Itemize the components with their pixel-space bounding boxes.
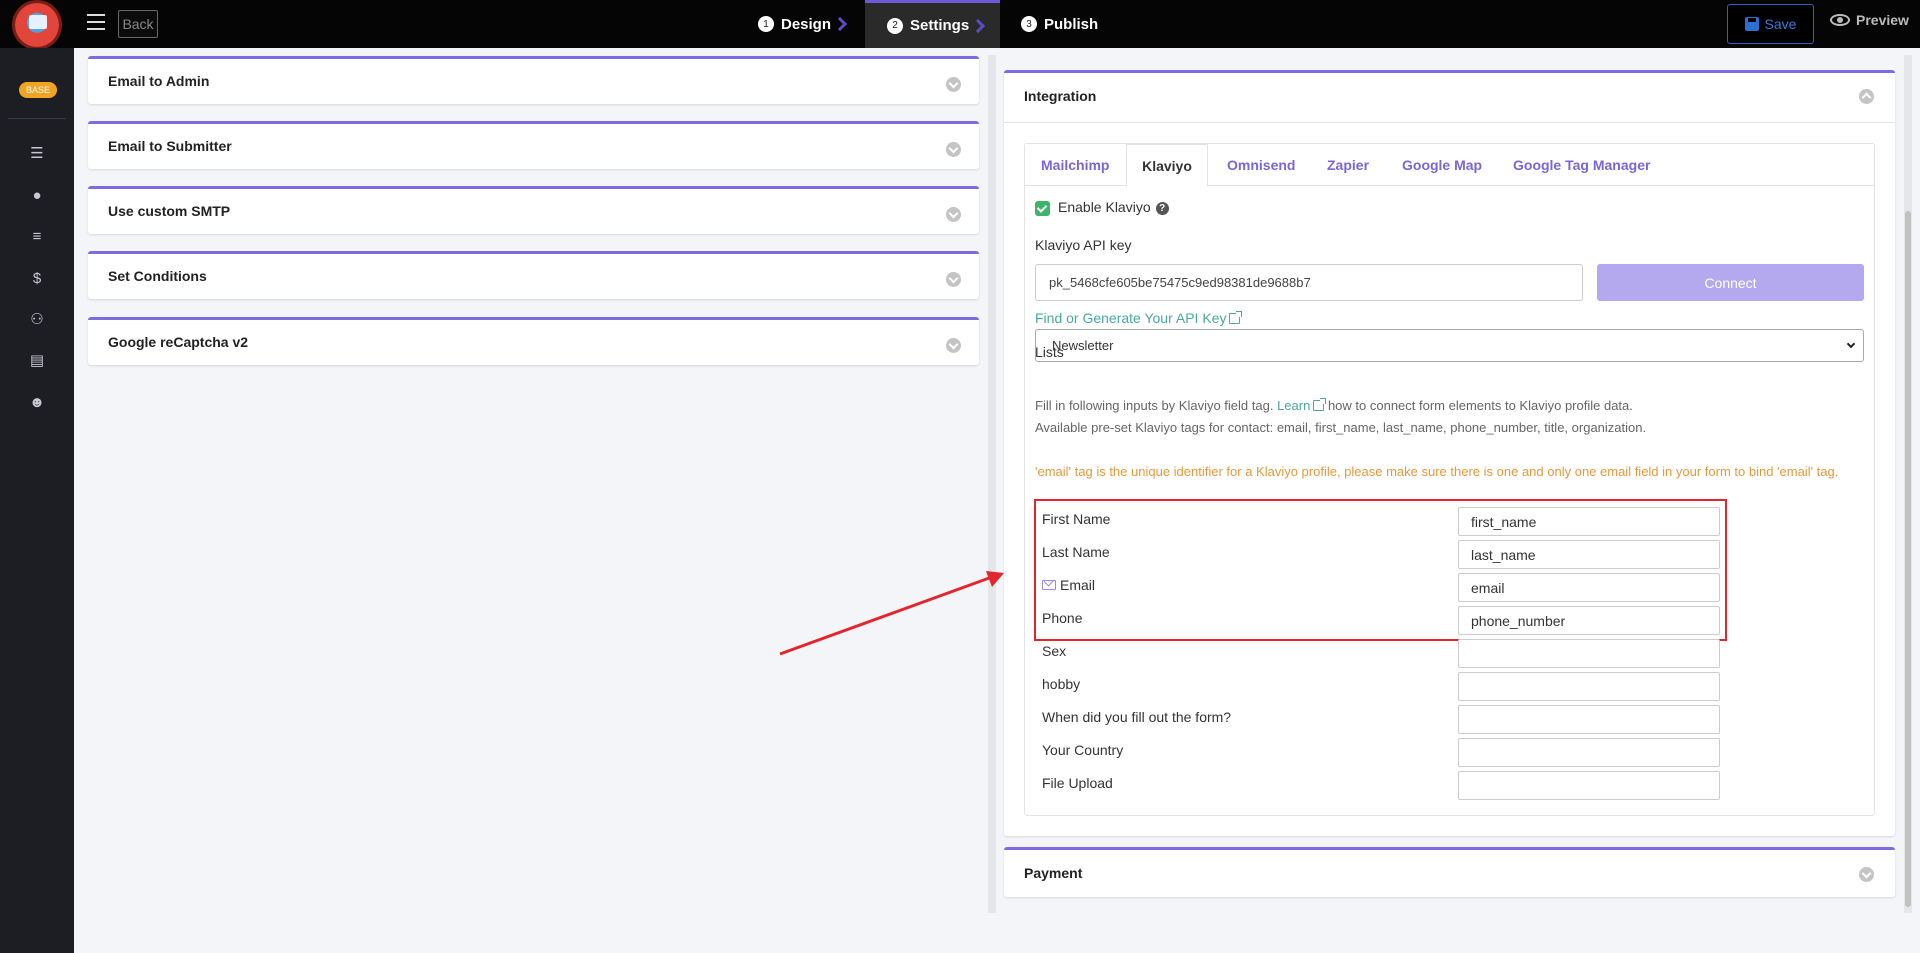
panel-email-to-admin[interactable]: Email to Admin <box>88 56 979 104</box>
panel-title: Set Conditions <box>108 268 207 284</box>
info-line-1: Fill in following inputs by Klaviyo fiel… <box>1035 398 1633 413</box>
eye-icon <box>1830 14 1850 26</box>
step-design[interactable]: 1 Design <box>758 0 848 48</box>
back-button[interactable]: Back <box>118 10 158 38</box>
step-number: 2 <box>887 17 903 34</box>
save-button[interactable]: Save <box>1727 4 1814 44</box>
step-number: 1 <box>758 16 774 32</box>
learn-text: Learn <box>1277 398 1311 413</box>
enable-klaviyo-label: Enable Klaviyo? <box>1058 199 1169 215</box>
panel-set-conditions[interactable]: Set Conditions <box>88 251 979 299</box>
info-text: how to connect form elements to Klaviyo … <box>1327 398 1633 413</box>
enable-label-text: Enable Klaviyo <box>1058 199 1151 215</box>
field-input-country[interactable] <box>1458 738 1720 767</box>
sidebar: BASE ☰ ● ≡ $ ⚇ ▤ ☻ <box>0 48 74 953</box>
field-label-fill-date: When did you fill out the form? <box>1042 709 1232 725</box>
info-line-2: Available pre-set Klaviyo tags for conta… <box>1035 420 1647 435</box>
tab-google-map[interactable]: Google Map <box>1402 144 1482 186</box>
preview-label: Preview <box>1856 12 1909 28</box>
chevron-right-icon <box>971 18 986 33</box>
divider <box>8 118 66 119</box>
panel-payment[interactable]: Payment <box>1004 847 1895 897</box>
chevron-down-icon[interactable] <box>946 77 961 92</box>
top-bar: Back 1 Design 2 Settings 3 Publish Save … <box>0 0 1920 48</box>
tab-google-tag-manager[interactable]: Google Tag Manager <box>1513 144 1650 186</box>
step-label: Publish <box>1044 15 1099 33</box>
find-api-key-link[interactable]: Find or Generate Your API Key <box>1035 310 1243 326</box>
chevron-down-icon[interactable] <box>946 207 961 222</box>
preview-button[interactable]: Preview <box>1830 12 1909 28</box>
chevron-up-icon[interactable] <box>1859 89 1874 104</box>
panel-title: Email to Submitter <box>108 138 232 154</box>
step-label: Design <box>781 15 832 33</box>
user-icon[interactable]: ● <box>27 185 47 205</box>
chevron-down-icon[interactable] <box>946 142 961 157</box>
field-label-sex: Sex <box>1042 643 1067 659</box>
menu-icon[interactable]: ≡ <box>27 226 47 246</box>
step-number: 3 <box>1021 16 1037 32</box>
field-input-sex[interactable] <box>1458 639 1720 668</box>
app-logo[interactable] <box>15 3 59 47</box>
field-input-fill-date[interactable] <box>1458 705 1720 734</box>
learn-link[interactable]: Learn <box>1277 398 1327 413</box>
chevron-right-icon <box>832 16 848 32</box>
lists-selected-value: Newsletter <box>1052 338 1114 353</box>
panel-title: Integration <box>1024 88 1097 104</box>
email-tag-warning: 'email' tag is the unique identifier for… <box>1035 464 1839 479</box>
panel-title: Google reCaptcha v2 <box>108 334 249 350</box>
hamburger-menu-icon[interactable] <box>87 14 105 32</box>
info-text: Fill in following inputs by Klaviyo fiel… <box>1035 398 1274 413</box>
tab-mailchimp[interactable]: Mailchimp <box>1041 144 1109 186</box>
api-key-input[interactable]: pk_5468cfe605be75475c9ed98381de9688b7 <box>1035 264 1583 301</box>
field-label-file-upload: File Upload <box>1042 775 1113 791</box>
chevron-down-icon[interactable] <box>946 338 961 353</box>
find-key-text: Find or Generate Your API Key <box>1035 310 1227 326</box>
integration-tabs: Mailchimp Klaviyo Omnisend Zapier Google… <box>1025 144 1874 187</box>
users-icon[interactable]: ⚇ <box>27 309 47 329</box>
integration-panel: Integration Mailchimp Klaviyo Omnisend Z… <box>1004 70 1895 836</box>
panel-title: Payment <box>1024 865 1083 881</box>
annotation-arrow <box>779 571 1004 656</box>
enable-klaviyo-checkbox[interactable] <box>1035 201 1050 216</box>
file-icon[interactable]: ▤ <box>27 350 47 370</box>
chevron-down-icon <box>1846 339 1856 349</box>
highlight-box <box>1034 499 1727 641</box>
left-scrollbar[interactable] <box>988 55 996 913</box>
dollar-icon[interactable]: $ <box>27 268 47 288</box>
external-link-icon <box>1313 398 1327 411</box>
help-icon[interactable]: ? <box>1155 202 1169 215</box>
panel-email-to-submitter[interactable]: Email to Submitter <box>88 121 979 169</box>
field-input-hobby[interactable] <box>1458 672 1720 701</box>
api-key-label: Klaviyo API key <box>1035 237 1132 253</box>
plan-badge: BASE <box>19 82 57 98</box>
external-link-icon <box>1229 311 1243 324</box>
right-scrollbar[interactable] <box>1904 55 1912 913</box>
step-publish[interactable]: 3 Publish <box>1021 0 1098 48</box>
tab-omnisend[interactable]: Omnisend <box>1227 144 1295 186</box>
step-label: Settings <box>910 17 970 34</box>
scrollbar-thumb[interactable] <box>1905 211 1911 907</box>
panel-title: Use custom SMTP <box>108 203 231 219</box>
chevron-down-icon[interactable] <box>946 272 961 287</box>
tab-klaviyo[interactable]: Klaviyo <box>1126 144 1208 187</box>
field-label-hobby: hobby <box>1042 676 1081 692</box>
floppy-disk-icon <box>1744 17 1759 31</box>
field-input-file-upload[interactable] <box>1458 771 1720 800</box>
lists-select[interactable]: Newsletter <box>1035 329 1864 362</box>
arrow-shaft <box>779 575 993 656</box>
panel-google-recaptcha[interactable]: Google reCaptcha v2 <box>88 317 979 365</box>
step-settings[interactable]: 2 Settings <box>865 0 1000 48</box>
chevron-down-icon[interactable] <box>1859 867 1874 882</box>
panel-title: Email to Admin <box>108 73 210 89</box>
smile-icon[interactable]: ☻ <box>27 392 47 412</box>
integration-header[interactable]: Integration <box>1004 73 1895 123</box>
connect-button[interactable]: Connect <box>1597 264 1864 301</box>
klaviyo-settings-card: Mailchimp Klaviyo Omnisend Zapier Google… <box>1024 143 1875 816</box>
list-icon[interactable]: ☰ <box>27 143 47 163</box>
field-label-country: Your Country <box>1042 742 1124 758</box>
panel-use-custom-smtp[interactable]: Use custom SMTP <box>88 186 979 234</box>
save-label: Save <box>1764 16 1797 32</box>
tab-zapier[interactable]: Zapier <box>1327 144 1369 186</box>
